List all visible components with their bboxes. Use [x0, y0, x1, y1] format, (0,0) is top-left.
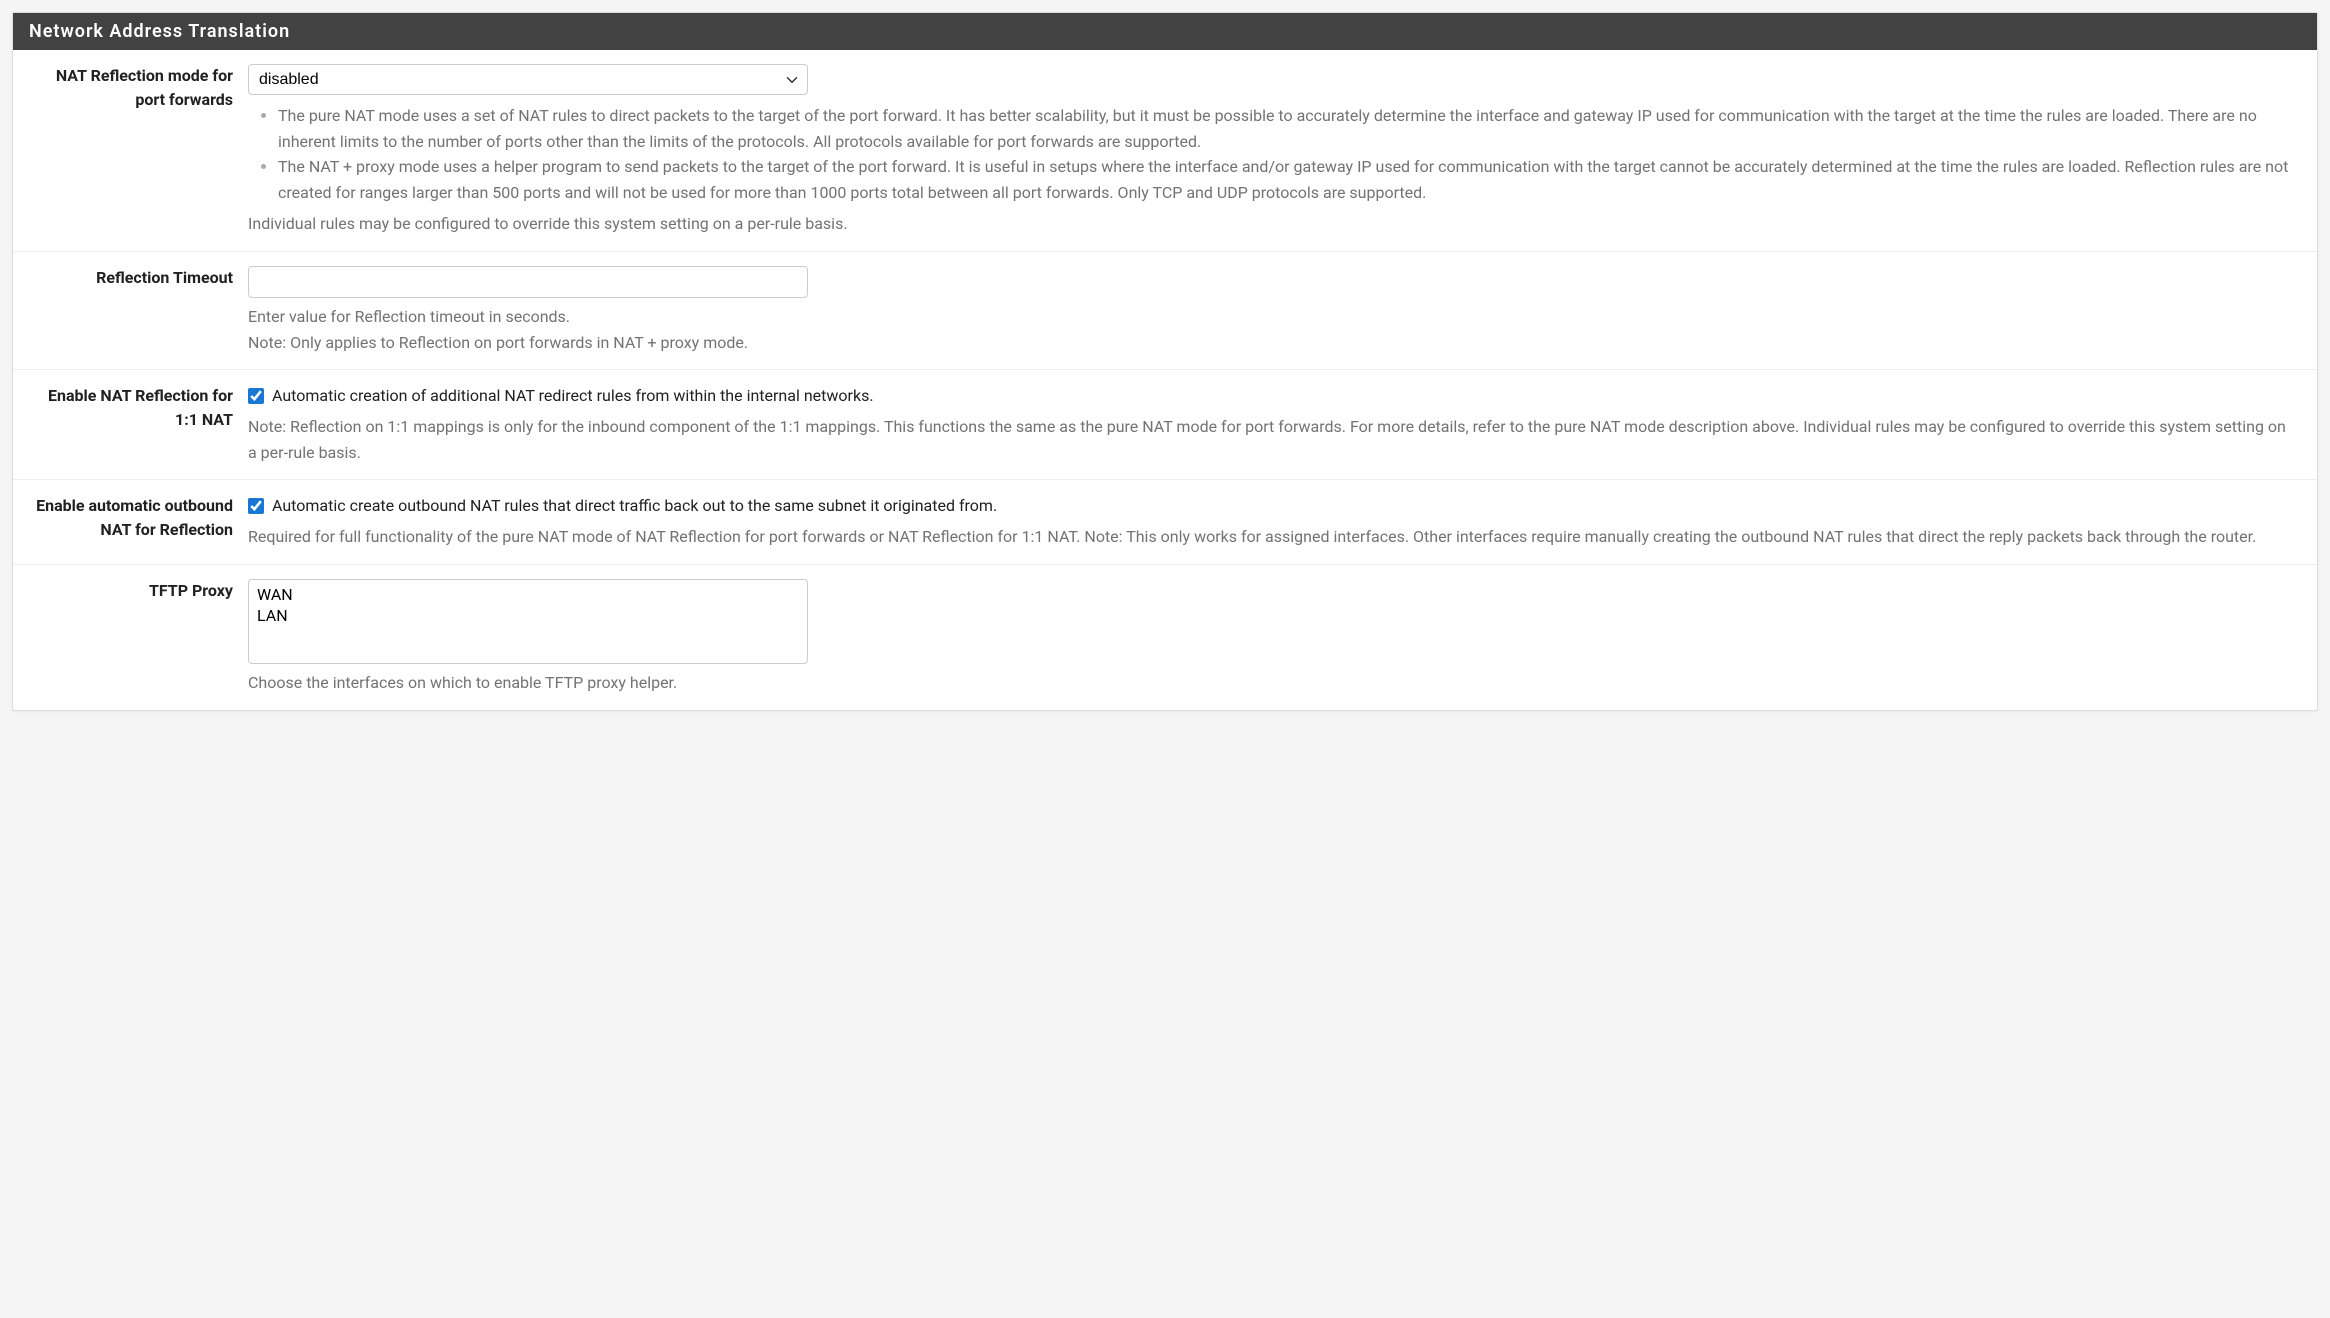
enable-1to1-checkbox-label: Automatic creation of additional NAT red…	[272, 384, 874, 408]
enable-1to1-row: Enable NAT Reflection for 1:1 NAT Automa…	[13, 370, 2317, 480]
tftp-proxy-help: Choose the interfaces on which to enable…	[248, 670, 2297, 696]
enable-outbound-checkbox[interactable]	[248, 498, 264, 514]
tftp-proxy-label: TFTP Proxy	[13, 579, 248, 696]
enable-1to1-checkbox[interactable]	[248, 388, 264, 404]
enable-1to1-label: Enable NAT Reflection for 1:1 NAT	[13, 384, 248, 465]
enable-outbound-label: Enable automatic outbound NAT for Reflec…	[13, 494, 248, 550]
reflection-timeout-input[interactable]	[248, 266, 808, 298]
reflection-timeout-label: Reflection Timeout	[13, 266, 248, 355]
tftp-proxy-option-lan[interactable]: LAN	[253, 605, 803, 626]
reflection-timeout-help: Enter value for Reflection timeout in se…	[248, 304, 2297, 355]
nat-reflection-mode-help-bullet1: The pure NAT mode uses a set of NAT rule…	[278, 103, 2297, 154]
tftp-proxy-select[interactable]: WAN LAN	[248, 579, 808, 664]
nat-reflection-mode-select[interactable]: disabled	[248, 64, 808, 95]
enable-outbound-row: Enable automatic outbound NAT for Reflec…	[13, 480, 2317, 565]
nat-reflection-mode-help-bullet2: The NAT + proxy mode uses a helper progr…	[278, 154, 2297, 205]
nat-reflection-mode-help-footer: Individual rules may be configured to ov…	[248, 211, 2297, 237]
enable-outbound-help: Required for full functionality of the p…	[248, 524, 2297, 550]
nat-reflection-mode-row: NAT Reflection mode for port forwards di…	[13, 50, 2317, 252]
reflection-timeout-row: Reflection Timeout Enter value for Refle…	[13, 252, 2317, 370]
enable-1to1-help: Note: Reflection on 1:1 mappings is only…	[248, 414, 2297, 465]
nat-reflection-mode-label: NAT Reflection mode for port forwards	[13, 64, 248, 237]
tftp-proxy-row: TFTP Proxy WAN LAN Choose the interfaces…	[13, 565, 2317, 710]
tftp-proxy-option-wan[interactable]: WAN	[253, 584, 803, 605]
nat-reflection-mode-help-list: The pure NAT mode uses a set of NAT rule…	[278, 103, 2297, 205]
enable-outbound-checkbox-label: Automatic create outbound NAT rules that…	[272, 494, 997, 518]
nat-panel: Network Address Translation NAT Reflecti…	[12, 12, 2318, 711]
panel-title: Network Address Translation	[13, 13, 2317, 50]
